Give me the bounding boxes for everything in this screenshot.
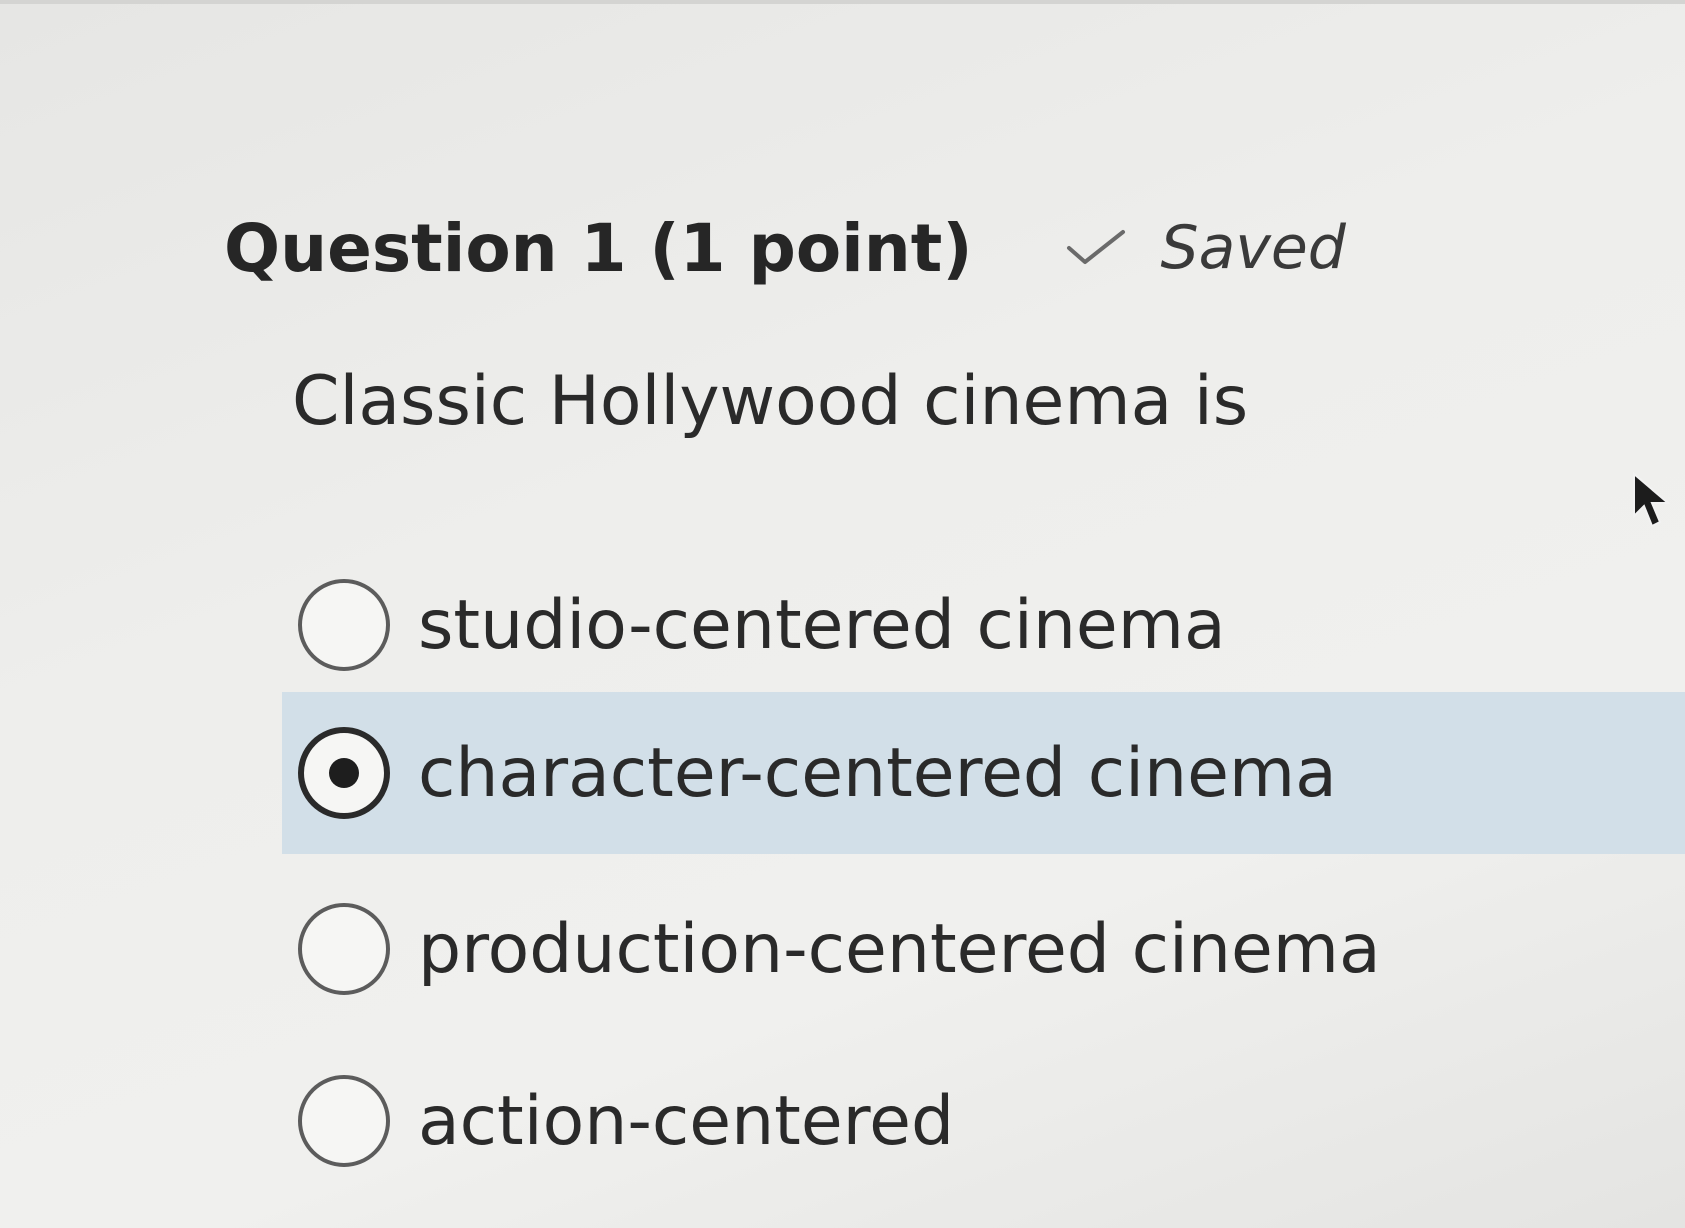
question-prompt: Classic Hollywood cinema is (292, 362, 1249, 441)
radio-button-selected[interactable] (298, 727, 390, 819)
radio-button[interactable] (298, 903, 390, 995)
option-label[interactable]: production-centered cinema (418, 910, 1381, 989)
answer-option-2[interactable]: character-centered cinema (282, 692, 1685, 854)
answer-option-1[interactable]: studio-centered cinema (282, 544, 1226, 706)
page-top-edge (0, 0, 1685, 4)
mouse-cursor-icon (1633, 472, 1671, 528)
radio-button[interactable] (298, 1075, 390, 1167)
question-title: Question 1 (1 point) (224, 209, 973, 287)
saved-label: Saved (1160, 213, 1346, 283)
option-label[interactable]: studio-centered cinema (418, 586, 1226, 665)
radio-button[interactable] (298, 579, 390, 671)
answer-option-4[interactable]: action-centered (282, 1040, 954, 1202)
saved-status: Saved (1065, 213, 1346, 283)
option-label[interactable]: action-centered (418, 1082, 954, 1161)
checkmark-icon (1066, 230, 1125, 264)
answer-option-3[interactable]: production-centered cinema (282, 868, 1381, 1030)
radio-dot (329, 758, 359, 788)
question-header: Question 1 (1 point) Saved (224, 208, 1346, 288)
option-label[interactable]: character-centered cinema (418, 734, 1337, 813)
